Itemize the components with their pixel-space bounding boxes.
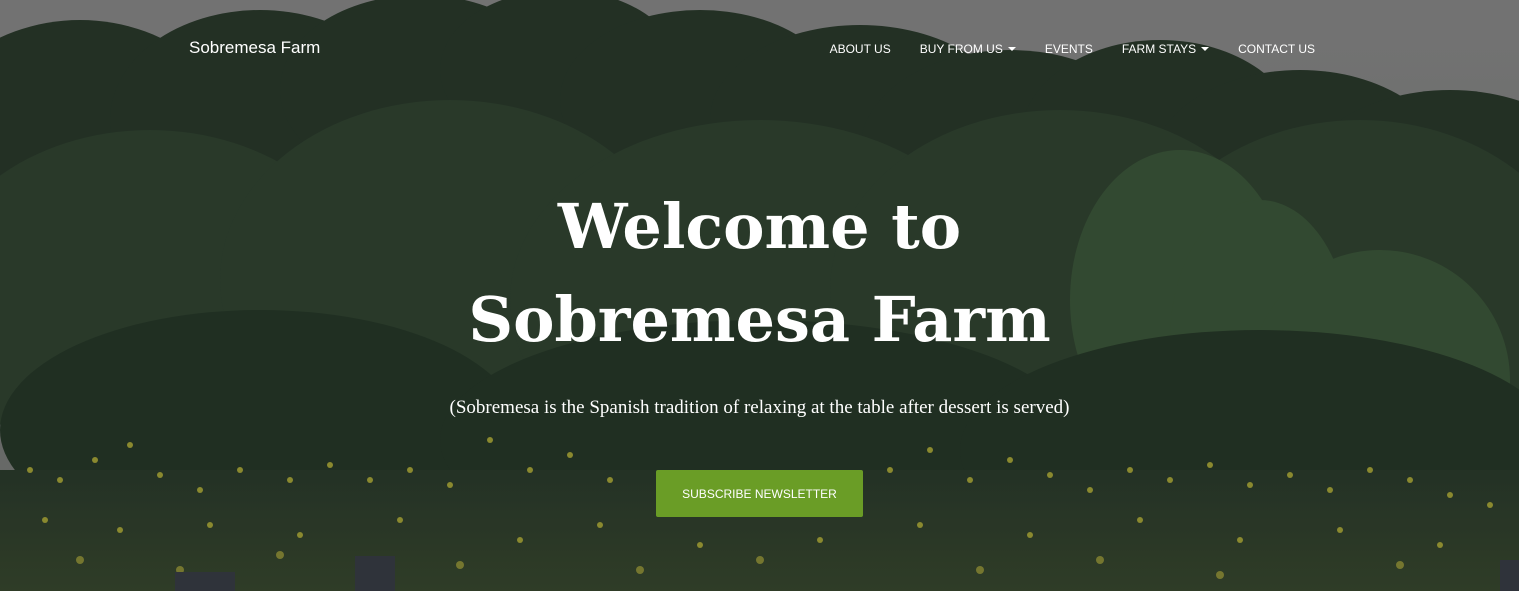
nav-item-label: FARM STAYS bbox=[1121, 42, 1197, 56]
hero-section: Sobremesa Farm ABOUT US BUY FROM US EVEN… bbox=[0, 0, 1519, 591]
nav-item-label: ABOUT US bbox=[829, 42, 891, 56]
nav-item-label: EVENTS bbox=[1044, 42, 1093, 56]
hero-subtitle: (Sobremesa is the Spanish tradition of r… bbox=[449, 397, 1070, 418]
caret-down-icon bbox=[1007, 47, 1016, 51]
site-brand-link[interactable]: Sobremesa Farm bbox=[189, 38, 320, 58]
nav-item-label: BUY FROM US bbox=[919, 42, 1003, 56]
nav-item-farm-stays[interactable]: FARM STAYS bbox=[1121, 42, 1210, 56]
nav-item-buy-from-us[interactable]: BUY FROM US bbox=[920, 42, 1016, 56]
nav-item-label: CONTACT US bbox=[1238, 42, 1315, 56]
nav-menu: ABOUT US BUY FROM US EVENTS FARM STAYS C… bbox=[801, 42, 1315, 56]
hero-title-line-1: Welcome to bbox=[557, 190, 962, 263]
hero-title: Welcome to Sobremesa Farm bbox=[360, 180, 1160, 366]
hero-title-line-2: Sobremesa Farm bbox=[468, 283, 1051, 356]
caret-down-icon bbox=[1201, 47, 1210, 51]
nav-item-contact-us[interactable]: CONTACT US bbox=[1238, 42, 1315, 56]
subscribe-newsletter-button[interactable]: SUBSCRIBE NEWSLETTER bbox=[656, 470, 863, 517]
nav-item-events[interactable]: EVENTS bbox=[1045, 42, 1093, 56]
navbar: Sobremesa Farm ABOUT US BUY FROM US EVEN… bbox=[0, 0, 1519, 100]
nav-item-about-us[interactable]: ABOUT US bbox=[830, 42, 891, 56]
hero-content: Welcome to Sobremesa Farm (Sobremesa is … bbox=[0, 180, 1519, 420]
